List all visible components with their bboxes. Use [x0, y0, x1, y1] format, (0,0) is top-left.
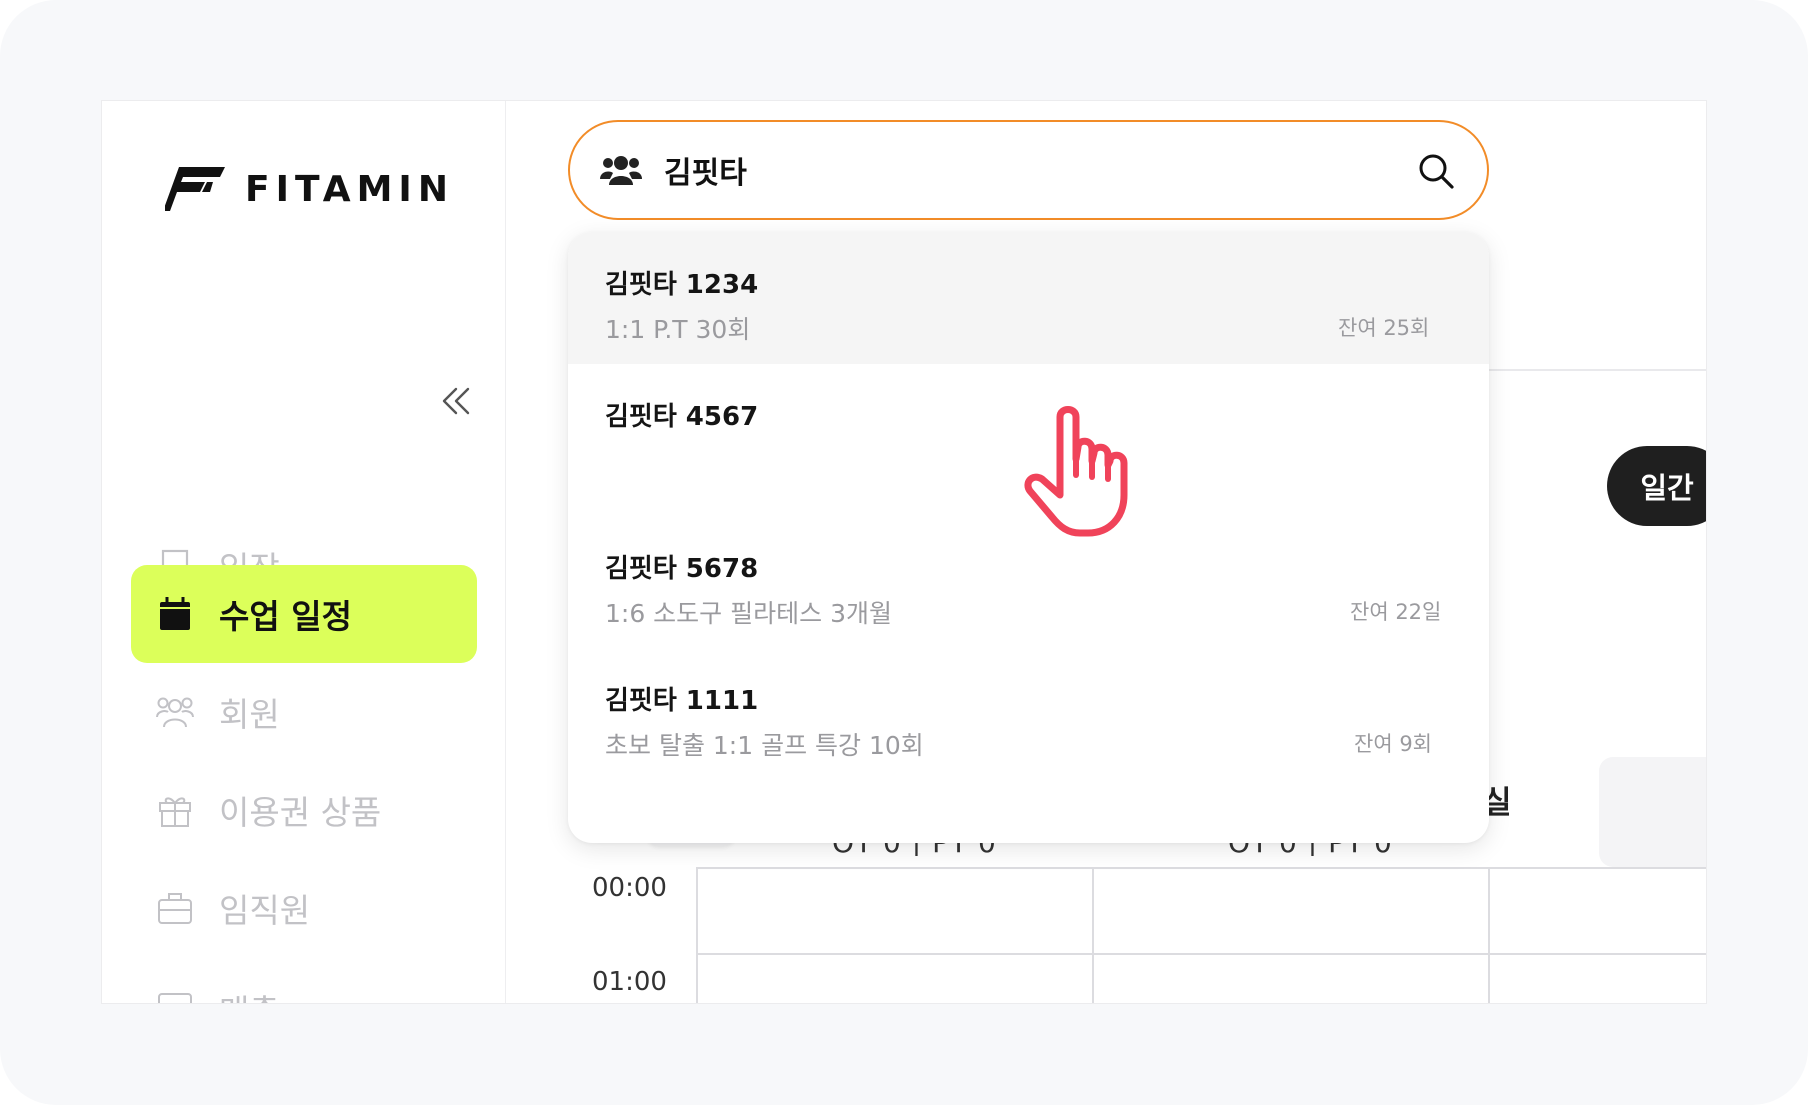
main-content: 일간 주간 실 OT 0 | PT 0 OT 0 | PT 0 00:00 01… — [507, 101, 1706, 1003]
result-member-name: 김핏타 1234 — [605, 270, 759, 300]
brand-name: FITAMIN — [245, 168, 454, 210]
result-member-name: 김핏타 4567 — [605, 402, 759, 432]
result-pass-name: 1:1 P.T 30회 — [605, 315, 751, 344]
result-pass-name: 초보 탈출 1:1 골프 특강 10회 — [605, 731, 924, 760]
search-result-item[interactable]: 김핏타 5678 1:6 소도구 필라테스 3개월 잔여 22일 — [568, 516, 1489, 648]
sidebar-item-label: 수업 일정 — [219, 597, 352, 636]
grid-row-divider — [698, 953, 1706, 955]
sidebar-item-pass-products[interactable]: 이용권 상품 — [131, 761, 477, 859]
header-divider — [1489, 369, 1706, 371]
result-remaining: 잔여 9회 — [1354, 732, 1432, 756]
result-pass-name: 1:6 소도구 필라테스 3개월 — [605, 599, 892, 628]
result-remaining: 잔여 25회 — [1338, 316, 1430, 340]
view-day-button[interactable]: 일간 — [1607, 446, 1706, 526]
grid-column-divider — [1092, 869, 1094, 1003]
result-remaining: 잔여 22일 — [1350, 600, 1442, 624]
sidebar-item-label: 회원 — [219, 695, 280, 734]
sidebar-item-staff[interactable]: 임직원 — [131, 859, 477, 957]
search-result-item[interactable]: 김핏타 4567 — [568, 364, 1489, 496]
sidebar-collapse-button[interactable] — [436, 381, 476, 421]
time-label: 01:00 — [592, 967, 667, 997]
search-results-dropdown: 김핏타 1234 1:1 P.T 30회 잔여 25회 김핏타 4567 김핏타… — [568, 232, 1489, 843]
search-result-item[interactable]: 김핏타 1234 1:1 P.T 30회 잔여 25회 — [568, 232, 1489, 364]
logo[interactable]: FITAMIN — [165, 167, 454, 211]
column-header-card — [1599, 757, 1706, 867]
calendar-icon — [155, 594, 195, 634]
grid-column-divider — [1488, 869, 1490, 1003]
sidebar-item-sales[interactable]: 매출 — [131, 965, 477, 1003]
members-icon — [155, 692, 195, 732]
result-member-name: 김핏타 1111 — [605, 686, 759, 716]
gift-icon — [155, 790, 195, 830]
search-input[interactable] — [664, 152, 1364, 188]
search-result-item[interactable]: 김핏타 1111 초보 탈출 1:1 골프 특강 10회 잔여 9회 — [568, 648, 1489, 780]
app-window: FITAMIN 입장 — [101, 100, 1707, 1004]
outer-frame: FITAMIN 입장 — [0, 0, 1808, 1105]
sidebar-item-label: 임직원 — [219, 891, 311, 930]
search-icon[interactable] — [1417, 152, 1455, 190]
sidebar-item-class-schedule[interactable]: 수업 일정 — [131, 565, 477, 663]
card-icon — [155, 985, 195, 1003]
double-chevron-left-icon — [442, 387, 470, 415]
member-search-bar[interactable] — [568, 120, 1489, 220]
sidebar-item-label: 이용권 상품 — [219, 793, 382, 832]
members-icon — [600, 156, 642, 185]
time-label: 00:00 — [592, 873, 667, 903]
fitamin-logo-icon — [165, 167, 225, 211]
result-member-name: 김핏타 5678 — [605, 554, 759, 584]
sidebar-item-members[interactable]: 회원 — [131, 663, 477, 761]
schedule-grid[interactable] — [696, 867, 1706, 1003]
sidebar-item-label: 매출 — [219, 985, 280, 1003]
sidebar: FITAMIN 입장 — [102, 101, 506, 1003]
briefcase-icon — [155, 888, 195, 928]
